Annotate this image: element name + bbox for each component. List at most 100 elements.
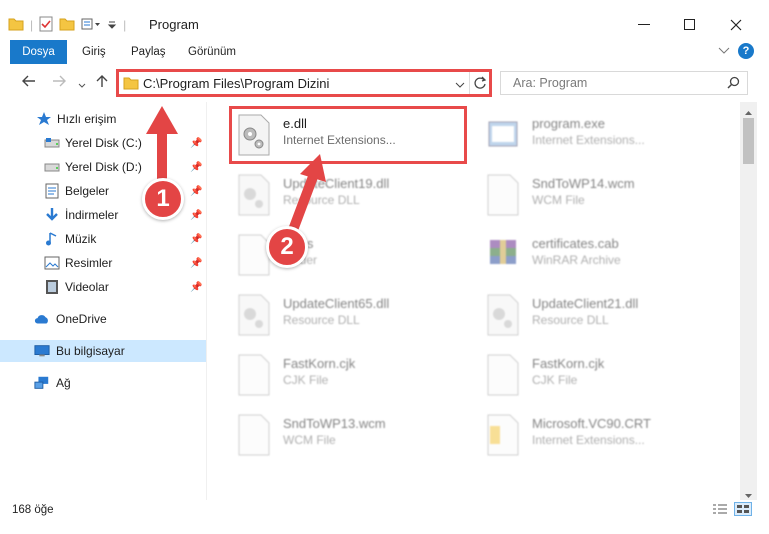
sidebar-item-label: Hızlı erişim <box>57 112 117 126</box>
sidebar-item-label: İndirmeler <box>65 208 119 222</box>
file-description: CJK File <box>532 373 578 387</box>
maximize-button[interactable] <box>667 10 713 40</box>
music-icon <box>44 231 60 247</box>
separator: | <box>123 18 127 32</box>
sidebar-item-label: Yerel Disk (C:) <box>65 136 142 150</box>
dll-gear-icon <box>237 294 271 336</box>
file-name: UpdateClient21.dll <box>532 296 639 311</box>
file-name: program.exe <box>532 116 605 131</box>
customize-qat-icon[interactable] <box>107 18 117 33</box>
help-icon[interactable]: ? <box>738 43 754 59</box>
folder-icon <box>123 76 139 93</box>
pin-icon[interactable]: 📌 <box>190 258 202 269</box>
sidebar-item-videos[interactable]: Videolar 📌 <box>0 276 206 298</box>
expand-ribbon-icon[interactable] <box>718 44 730 58</box>
step-badge-1: 1 <box>142 178 184 220</box>
search-icon[interactable] <box>727 76 740 92</box>
file-name: SndToWP13.wcm <box>283 416 386 431</box>
title-bar: | | Program <box>0 0 769 40</box>
computer-icon <box>34 343 50 359</box>
sidebar-item-label: Yerel Disk (D:) <box>65 160 142 174</box>
file-highlight-box <box>229 106 467 164</box>
dll-gear-icon <box>237 174 271 216</box>
blank-file-icon <box>237 354 271 396</box>
view-dropdown-icon[interactable] <box>81 17 101 34</box>
pin-icon[interactable]: 📌 <box>190 282 202 293</box>
file-name: Microsoft.VC90.CRT <box>532 416 651 431</box>
address-bar[interactable]: C:\Program Files\Program Dizini <box>116 69 492 97</box>
up-button[interactable] <box>96 74 108 92</box>
exe-icon <box>486 114 520 156</box>
address-path[interactable]: C:\Program Files\Program Dizini <box>143 76 329 91</box>
file-item[interactable]: UpdateClient19.dll Resource DLL <box>233 168 473 224</box>
separator: | <box>30 18 34 32</box>
file-description: WCM File <box>532 193 585 207</box>
quick-access-toolbar: | | <box>8 14 126 36</box>
scroll-up-icon[interactable] <box>744 105 753 119</box>
downloads-icon <box>44 207 60 223</box>
address-dropdown-icon[interactable] <box>455 78 465 92</box>
videos-icon <box>44 279 60 295</box>
recent-locations-icon[interactable] <box>78 76 86 93</box>
drive-icon <box>44 159 60 175</box>
file-description: Internet Extensions... <box>532 133 645 147</box>
documents-icon <box>44 183 60 199</box>
sidebar-item-onedrive[interactable]: OneDrive <box>0 308 206 330</box>
file-item[interactable]: UpdateClient65.dll Resource DLL <box>233 288 473 344</box>
sidebar-item-pictures[interactable]: Resimler 📌 <box>0 252 206 274</box>
sidebar-item-label: Videolar <box>65 280 109 294</box>
cloud-icon <box>34 311 50 327</box>
pin-icon[interactable]: 📌 <box>190 210 202 221</box>
network-icon <box>34 375 50 391</box>
forward-button[interactable] <box>52 74 66 91</box>
item-count: 168 öğe <box>12 504 54 516</box>
file-item[interactable]: SndToWP14.wcm WCM File <box>482 168 722 224</box>
file-item[interactable]: certificates.cab WinRAR Archive <box>482 228 722 284</box>
sidebar-item-label: OneDrive <box>56 312 107 326</box>
sidebar-item-this-pc[interactable]: Bu bilgisayar <box>0 340 206 362</box>
details-view-icon[interactable] <box>712 503 728 518</box>
vertical-scrollbar[interactable] <box>740 102 757 500</box>
pin-icon[interactable]: 📌 <box>190 234 202 245</box>
star-icon <box>36 111 52 127</box>
minimize-button[interactable] <box>621 10 667 40</box>
sidebar-item-label: Resimler <box>65 256 113 270</box>
blank-file-icon <box>237 414 271 456</box>
file-item[interactable]: FastKorn.cjk CJK File <box>482 348 722 404</box>
tiles-view-icon[interactable] <box>734 502 752 516</box>
file-description: CJK File <box>283 373 329 387</box>
tab-file[interactable]: Dosya <box>10 40 67 64</box>
file-description: Internet Extensions... <box>532 433 645 447</box>
back-button[interactable] <box>22 74 36 91</box>
winrar-icon <box>486 234 520 276</box>
file-item[interactable]: program.exe Internet Extensions... <box>482 108 722 164</box>
refresh-icon[interactable] <box>473 75 487 94</box>
blank-file-icon <box>486 174 520 216</box>
sidebar-item-network[interactable]: Ağ <box>0 372 206 394</box>
tab-view[interactable]: Görünüm <box>188 40 236 64</box>
file-description: Resource DLL <box>283 313 360 327</box>
sidebar-item-label: Bu bilgisayar <box>56 344 125 358</box>
properties-icon[interactable] <box>39 16 53 35</box>
file-item[interactable]: Microsoft.VC90.CRT Internet Extensions..… <box>482 408 722 464</box>
sidebar-item-music[interactable]: Müzik 📌 <box>0 228 206 250</box>
manifest-icon <box>486 414 520 456</box>
navigation-bar: C:\Program Files\Program Dizini Ara: Pro… <box>0 64 769 102</box>
scrollbar-thumb[interactable] <box>743 118 754 164</box>
file-item[interactable]: FastKorn.cjk CJK File <box>233 348 473 404</box>
file-item[interactable]: UpdateClient21.dll Resource DLL <box>482 288 722 344</box>
file-name: FastKorn.cjk <box>283 356 356 371</box>
search-input[interactable]: Ara: Program <box>500 71 748 95</box>
file-name: FastKorn.cjk <box>532 356 605 371</box>
file-item[interactable]: SndToWP13.wcm WCM File <box>233 408 473 464</box>
tab-share[interactable]: Paylaş <box>131 40 166 64</box>
sidebar-item-label: Müzik <box>65 232 97 246</box>
file-description: WCM File <box>283 433 336 447</box>
step-badge-2: 2 <box>266 226 308 268</box>
close-button[interactable] <box>713 10 759 40</box>
file-description: Resource DLL <box>532 313 609 327</box>
new-folder-icon[interactable] <box>59 17 75 34</box>
tab-home[interactable]: Giriş <box>82 40 106 64</box>
file-description: WinRAR Archive <box>532 253 621 267</box>
blank-file-icon <box>486 354 520 396</box>
